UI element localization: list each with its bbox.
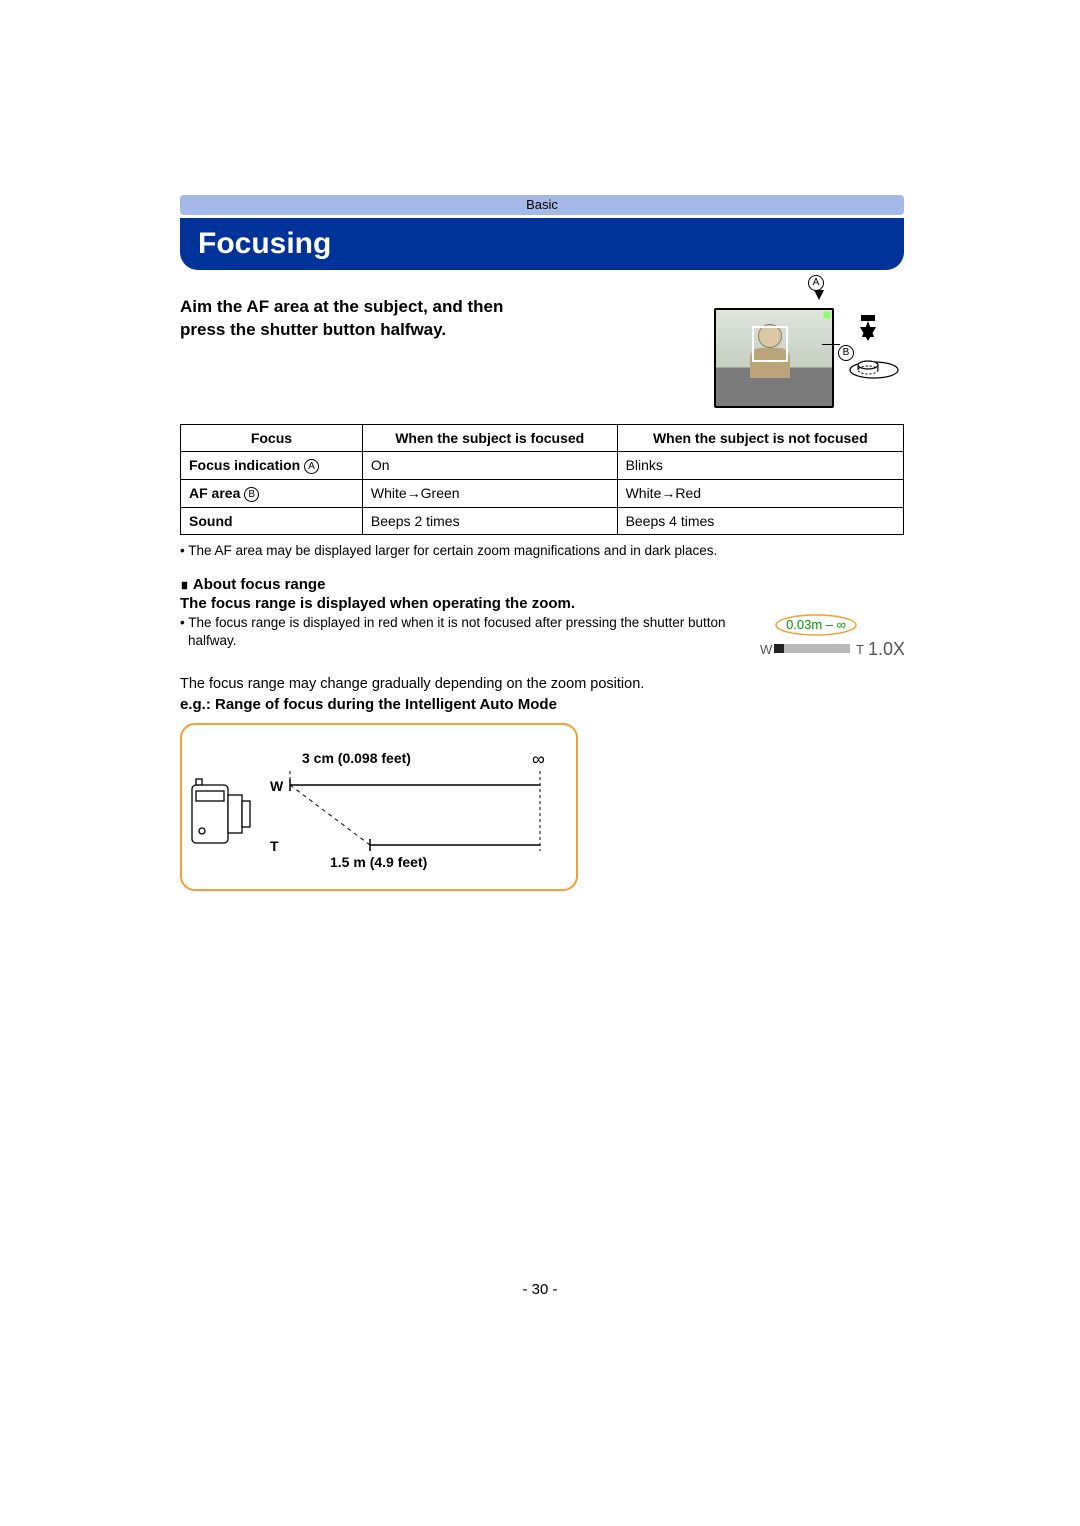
svg-text:T: T bbox=[856, 642, 864, 657]
gradual-note: The focus range may change gradually dep… bbox=[180, 676, 904, 692]
table-row: AF area B White→Green White→Red bbox=[181, 479, 904, 507]
arrow-a-icon bbox=[814, 290, 824, 300]
svg-text:1.5 m (4.9 feet): 1.5 m (4.9 feet) bbox=[330, 854, 427, 870]
th-focused: When the subject is focused bbox=[362, 425, 617, 452]
table-row: Focus indication A On Blinks bbox=[181, 452, 904, 480]
focus-range-red-note: The focus range is displayed in red when… bbox=[180, 614, 734, 650]
svg-text:3 cm (0.098 feet): 3 cm (0.098 feet) bbox=[302, 750, 411, 766]
label-b: B bbox=[838, 344, 854, 361]
page-title: Focusing bbox=[180, 218, 904, 270]
about-focus-range-heading: ∎About focus range bbox=[180, 576, 904, 593]
af-area-note: The AF area may be displayed larger for … bbox=[180, 543, 904, 558]
focus-indicator-icon bbox=[823, 311, 831, 319]
svg-text:W: W bbox=[760, 642, 773, 657]
svg-text:∞: ∞ bbox=[532, 749, 545, 769]
th-focus: Focus bbox=[181, 425, 363, 452]
svg-text:T: T bbox=[270, 838, 279, 854]
page-number: - 30 - bbox=[0, 1281, 1080, 1298]
example-heading: e.g.: Range of focus during the Intellig… bbox=[180, 696, 904, 713]
th-unfocused: When the subject is not focused bbox=[617, 425, 903, 452]
focus-table: Focus When the subject is focused When t… bbox=[180, 424, 904, 535]
intro-text: Aim the AF area at the subject, and then… bbox=[180, 292, 550, 342]
zoom-indicator-illustration: 0.03m – ∞ W T 1.0X bbox=[754, 614, 904, 662]
svg-text:0.03m – ∞: 0.03m – ∞ bbox=[786, 617, 846, 632]
af-area-box-icon bbox=[752, 326, 788, 362]
svg-text:W: W bbox=[270, 778, 284, 794]
illustration-group: A B bbox=[714, 292, 904, 408]
category-band: Basic bbox=[180, 195, 904, 215]
label-a: A bbox=[808, 274, 824, 291]
camera-screen-illustration: B bbox=[714, 308, 834, 408]
table-row: Sound Beeps 2 times Beeps 4 times bbox=[181, 507, 904, 534]
about-focus-range-sub: The focus range is displayed when operat… bbox=[180, 595, 904, 612]
svg-text:1.0X: 1.0X bbox=[868, 639, 904, 659]
focus-range-diagram: W T 3 cm (0.098 feet) ∞ 1.5 m (4.9 feet) bbox=[180, 723, 580, 897]
